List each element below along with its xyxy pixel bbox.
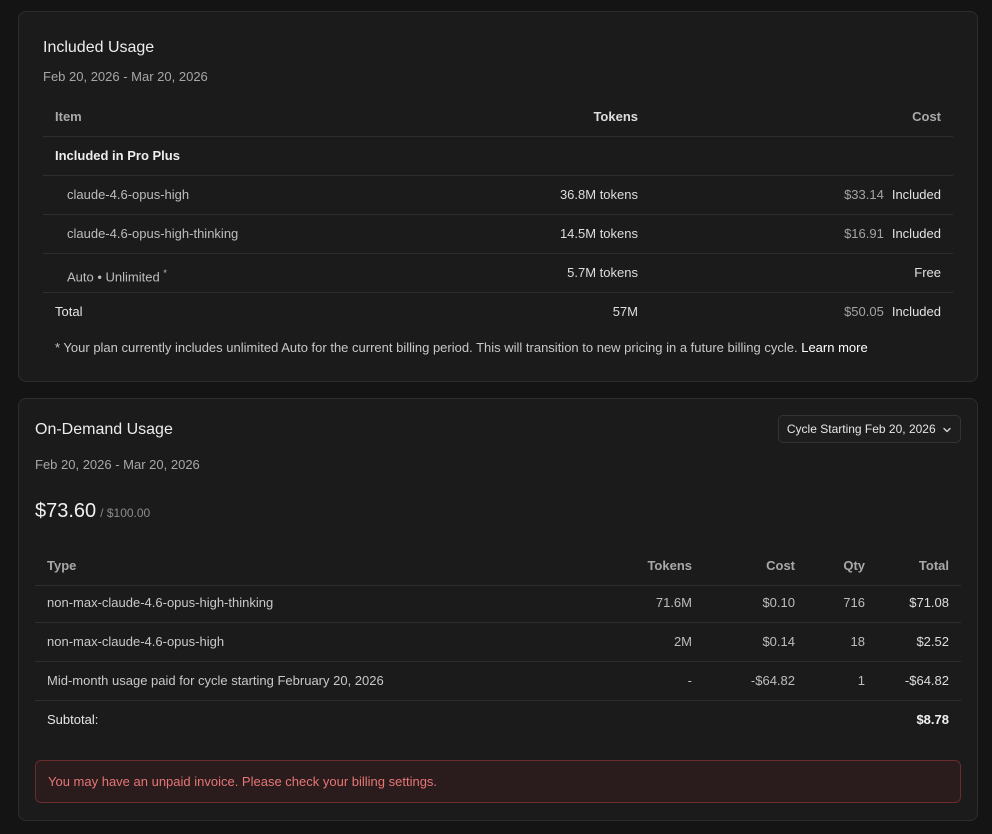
group-label: Included in Pro Plus: [55, 148, 180, 163]
row-cost: -$64.82: [750, 673, 795, 688]
table-header-row: Type Tokens Cost Qty Total: [35, 547, 961, 586]
row-cost: $0.14: [762, 634, 795, 649]
table-row: claude-4.6-opus-high-thinking 14.5M toke…: [43, 215, 953, 254]
subtotal-row: Subtotal: $8.78: [35, 701, 961, 740]
table-row: claude-4.6-opus-high 36.8M tokens $33.14…: [43, 176, 953, 215]
on-demand-date-range: Feb 20, 2026 - Mar 20, 2026: [35, 457, 200, 472]
row-total: -$64.82: [904, 673, 949, 688]
table-row: non-max-claude-4.6-opus-high 2M $0.14 18…: [35, 623, 961, 662]
row-qty: 18: [850, 634, 865, 649]
cycle-select[interactable]: Cycle Starting Feb 20, 2026: [777, 415, 961, 443]
row-qty: 1: [857, 673, 865, 688]
total-row: Total 57M $50.05 Included: [43, 293, 953, 332]
total-cost: $50.05 Included: [844, 293, 941, 331]
row-cost-status: Included: [891, 187, 941, 202]
row-tokens: 71.6M: [655, 595, 692, 610]
row-cost: $0.10: [762, 595, 795, 610]
column-header-tokens: Tokens: [647, 558, 692, 573]
row-cost-status: Free: [914, 265, 941, 280]
group-row: Included in Pro Plus: [43, 137, 953, 176]
row-total: $2.52: [916, 634, 949, 649]
total-cost-amount: $50.05: [844, 304, 884, 319]
total-tokens: 57M: [612, 304, 638, 319]
cycle-select-label: Cycle Starting Feb 20, 2026: [786, 422, 936, 436]
row-tokens: 2M: [673, 634, 692, 649]
column-header-item: Item: [55, 109, 82, 124]
total-label: Total: [55, 304, 83, 319]
table-row: non-max-claude-4.6-opus-high-thinking 71…: [35, 584, 961, 623]
row-item-name: claude-4.6-opus-high-thinking: [67, 226, 239, 241]
column-header-qty: Qty: [843, 558, 865, 573]
subtotal-label: Subtotal:: [47, 712, 99, 727]
column-header-type: Type: [47, 558, 77, 573]
row-cost: $33.14 Included: [844, 176, 941, 214]
alert-text: You may have an unpaid invoice. Please c…: [48, 774, 438, 789]
column-header-cost: Cost: [912, 109, 941, 124]
table-row: Auto • Unlimited * 5.7M tokens Free: [43, 254, 953, 293]
row-item-name: Auto • Unlimited *: [67, 254, 167, 296]
row-cost: Free: [914, 254, 941, 292]
footnote: * Your plan currently includes unlimited…: [55, 340, 868, 355]
unpaid-invoice-alert: You may have an unpaid invoice. Please c…: [35, 760, 961, 803]
row-cost-status: Included: [891, 226, 941, 241]
spend-limit: / $100.00: [100, 506, 151, 520]
column-header-total: Total: [918, 558, 949, 573]
row-total: $71.08: [909, 595, 949, 610]
table-header-row: Item Tokens Cost: [43, 98, 953, 137]
row-item-name: claude-4.6-opus-high: [67, 187, 190, 202]
footnote-marker: *: [163, 268, 167, 278]
table-row: Mid-month usage paid for cycle starting …: [35, 662, 961, 701]
on-demand-usage-title: On-Demand Usage: [35, 421, 173, 438]
spend-summary: $73.60/ $100.00: [35, 500, 150, 523]
row-item-label: Auto • Unlimited: [67, 269, 160, 285]
included-usage-date-range: Feb 20, 2026 - Mar 20, 2026: [43, 69, 208, 84]
row-cost-amount: $33.14: [844, 187, 884, 202]
row-tokens: 5.7M tokens: [567, 265, 638, 280]
row-cost: $16.91 Included: [844, 215, 941, 253]
subtotal-value: $8.78: [916, 712, 949, 727]
on-demand-usage-card: On-Demand Usage Cycle Starting Feb 20, 2…: [18, 398, 978, 821]
included-usage-title: Included Usage: [43, 39, 155, 56]
row-qty: 716: [843, 595, 865, 610]
row-cost-amount: $16.91: [844, 226, 884, 241]
row-type: non-max-claude-4.6-opus-high-thinking: [47, 595, 274, 610]
footnote-text: * Your plan currently includes unlimited…: [55, 340, 798, 355]
total-cost-status: Included: [891, 304, 941, 319]
row-type: Mid-month usage paid for cycle starting …: [47, 673, 384, 688]
row-tokens: -: [687, 673, 692, 688]
included-usage-card: Included Usage Feb 20, 2026 - Mar 20, 20…: [18, 11, 978, 382]
column-header-tokens: Tokens: [593, 109, 638, 124]
learn-more-link[interactable]: Learn more: [801, 340, 867, 355]
column-header-cost: Cost: [766, 558, 795, 573]
spend-amount: $73.60: [35, 500, 97, 522]
row-type: non-max-claude-4.6-opus-high: [47, 634, 225, 649]
row-tokens: 14.5M tokens: [559, 226, 638, 241]
chevron-down-icon: [943, 427, 951, 433]
row-tokens: 36.8M tokens: [559, 187, 638, 202]
